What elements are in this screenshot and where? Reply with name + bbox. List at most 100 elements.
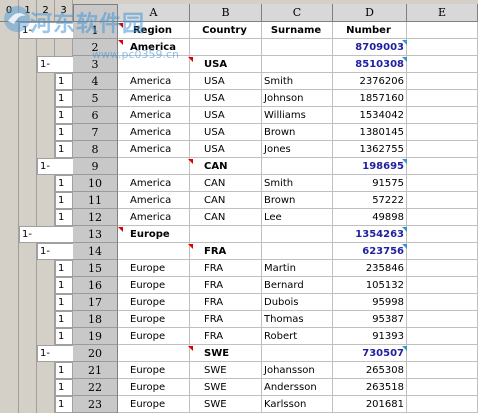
cell-b-row[interactable]: FRA (190, 328, 262, 345)
cell-e-row[interactable] (407, 379, 478, 396)
cell-d-row[interactable]: 198695 (333, 158, 407, 175)
cell-b-row[interactable]: SWE (190, 396, 262, 413)
column-header-e[interactable]: E (407, 4, 478, 22)
cell-c-row[interactable] (262, 158, 333, 175)
cell-b-row[interactable]: USA (190, 90, 262, 107)
row-header[interactable]: 18 (73, 311, 118, 328)
cell-a-row[interactable]: Europe (118, 379, 190, 396)
cell-b-row[interactable]: Country (190, 22, 262, 39)
cell-a-row[interactable]: America (118, 124, 190, 141)
select-all-corner[interactable] (73, 4, 118, 22)
cell-e-row[interactable] (407, 396, 478, 413)
cell-d-row[interactable]: 8709003 (333, 39, 407, 56)
cell-b-row[interactable]: SWE (190, 362, 262, 379)
cell-b-row[interactable]: USA (190, 107, 262, 124)
cell-c-row[interactable]: Brown (262, 192, 333, 209)
cell-e-row[interactable] (407, 226, 478, 243)
cell-d-row[interactable]: 1857160 (333, 90, 407, 107)
cell-c-row[interactable]: Karlsson (262, 396, 333, 413)
cell-b-row[interactable]: USA (190, 56, 262, 73)
cell-a-row[interactable]: America (118, 192, 190, 209)
cell-c-row[interactable] (262, 243, 333, 260)
cell-c-row[interactable]: Dubois (262, 294, 333, 311)
column-header-b[interactable]: B (190, 4, 262, 22)
outline-detail-mark[interactable]: 1 (55, 311, 73, 328)
cell-e-row[interactable] (407, 22, 478, 39)
cell-c-row[interactable]: Smith (262, 73, 333, 90)
row-header[interactable]: 7 (73, 124, 118, 141)
outline-detail-mark[interactable]: 1 (55, 175, 73, 192)
outline-detail-mark[interactable]: 1 (55, 141, 73, 158)
cell-d-row[interactable]: 1534042 (333, 107, 407, 124)
cell-c-row[interactable]: Johansson (262, 362, 333, 379)
cell-d-row[interactable]: 1380145 (333, 124, 407, 141)
row-header[interactable]: 8 (73, 141, 118, 158)
row-header[interactable]: 20 (73, 345, 118, 362)
cell-b-row[interactable]: CAN (190, 175, 262, 192)
row-header[interactable]: 12 (73, 209, 118, 226)
cell-a-row[interactable] (118, 56, 190, 73)
cell-a-row[interactable]: America (118, 141, 190, 158)
cell-a-row[interactable]: Europe (118, 396, 190, 413)
cell-b-row[interactable]: CAN (190, 209, 262, 226)
cell-c-row[interactable]: Thomas (262, 311, 333, 328)
cell-d-row[interactable]: 730507 (333, 345, 407, 362)
cell-d-row[interactable]: 95998 (333, 294, 407, 311)
cell-e-row[interactable] (407, 243, 478, 260)
cell-b-row[interactable]: USA (190, 124, 262, 141)
cell-e-row[interactable] (407, 362, 478, 379)
cell-b-row[interactable]: FRA (190, 260, 262, 277)
cell-e-row[interactable] (407, 328, 478, 345)
outline-detail-mark[interactable]: 1 (55, 277, 73, 294)
cell-b-row[interactable]: FRA (190, 243, 262, 260)
row-header[interactable]: 15 (73, 260, 118, 277)
row-header[interactable]: 22 (73, 379, 118, 396)
cell-b-row[interactable]: FRA (190, 294, 262, 311)
cell-e-row[interactable] (407, 73, 478, 90)
cell-e-row[interactable] (407, 294, 478, 311)
cell-d-row[interactable]: Number (333, 22, 407, 39)
cell-c-row[interactable]: Brown (262, 124, 333, 141)
row-header[interactable]: 21 (73, 362, 118, 379)
cell-d-row[interactable]: 623756 (333, 243, 407, 260)
cell-c-row[interactable]: Williams (262, 107, 333, 124)
outline-detail-mark[interactable]: 1 (55, 192, 73, 209)
cell-a-row[interactable]: America (118, 73, 190, 90)
cell-e-row[interactable] (407, 209, 478, 226)
cell-d-row[interactable]: 49898 (333, 209, 407, 226)
cell-c-row[interactable]: Surname (262, 22, 333, 39)
cell-a-row[interactable]: Europe (118, 311, 190, 328)
cell-d-row[interactable]: 105132 (333, 277, 407, 294)
column-header-a[interactable]: A (118, 4, 190, 22)
cell-d-row[interactable]: 265308 (333, 362, 407, 379)
cell-a-row[interactable] (118, 158, 190, 175)
row-header[interactable]: 5 (73, 90, 118, 107)
cell-b-row[interactable]: SWE (190, 345, 262, 362)
cell-e-row[interactable] (407, 56, 478, 73)
cell-b-row[interactable]: CAN (190, 192, 262, 209)
cell-a-row[interactable]: America (118, 107, 190, 124)
outline-detail-mark[interactable]: 1 (55, 328, 73, 345)
cell-e-row[interactable] (407, 192, 478, 209)
cell-c-row[interactable]: Martin (262, 260, 333, 277)
cell-b-row[interactable] (190, 39, 262, 56)
cell-e-row[interactable] (407, 90, 478, 107)
row-header[interactable]: 3 (73, 56, 118, 73)
outline-detail-mark[interactable]: 1 (55, 73, 73, 90)
cell-a-row[interactable]: Europe (118, 226, 190, 243)
cell-d-row[interactable]: 95387 (333, 311, 407, 328)
cell-e-row[interactable] (407, 345, 478, 362)
cell-d-row[interactable]: 235846 (333, 260, 407, 277)
column-header-d[interactable]: D (333, 4, 407, 22)
cell-e-row[interactable] (407, 311, 478, 328)
row-header[interactable]: 10 (73, 175, 118, 192)
cell-a-row[interactable]: America (118, 39, 190, 56)
outline-detail-mark[interactable]: 1 (55, 294, 73, 311)
cell-c-row[interactable] (262, 56, 333, 73)
cell-a-row[interactable]: America (118, 90, 190, 107)
outline-detail-mark[interactable]: 1 (55, 209, 73, 226)
cell-a-row[interactable]: Europe (118, 294, 190, 311)
cell-e-row[interactable] (407, 39, 478, 56)
outline-detail-mark[interactable]: 1 (55, 90, 73, 107)
outline-detail-mark[interactable]: 1 (55, 260, 73, 277)
